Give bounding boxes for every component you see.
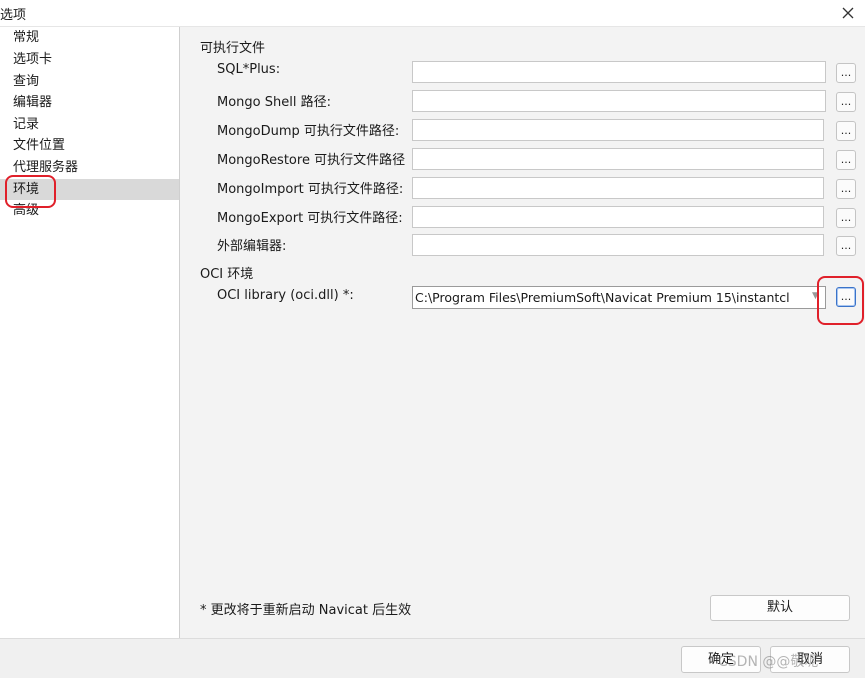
oci-library-combobox[interactable]: C:\Program Files\PremiumSoft\Navicat Pre… xyxy=(412,286,826,309)
external-editor-label: 外部编辑器: xyxy=(217,239,287,254)
close-icon xyxy=(842,7,854,19)
sidebar-item-label: 文件位置 xyxy=(13,138,66,154)
mongoimport-browse-button[interactable]: ... xyxy=(836,179,856,199)
mongorestore-path-input[interactable] xyxy=(412,148,824,170)
default-button[interactable]: 默认 xyxy=(710,595,850,621)
mongo-shell-path-input[interactable] xyxy=(412,90,826,112)
mongodump-label: MongoDump 可执行文件路径: xyxy=(217,124,400,139)
main-panel: 可执行文件 SQL*Plus: ... Mongo Shell 路径: ... … xyxy=(180,27,865,638)
external-editor-browse-button[interactable]: ... xyxy=(836,236,856,256)
sidebar-item-label: 编辑器 xyxy=(13,95,53,111)
sidebar-item-proxy[interactable]: 代理服务器 xyxy=(0,157,179,179)
restart-note: * 更改将于重新启动 Navicat 后生效 xyxy=(200,603,412,618)
sidebar-item-label: 代理服务器 xyxy=(13,159,79,175)
sqlplus-path-input[interactable] xyxy=(412,61,826,83)
mongo-shell-label: Mongo Shell 路径: xyxy=(217,95,331,110)
sidebar-item-editor[interactable]: 编辑器 xyxy=(0,92,179,114)
sidebar-item-advanced[interactable]: 高级 xyxy=(0,200,179,222)
sidebar-item-query[interactable]: 查询 xyxy=(0,71,179,93)
sidebar-item-general[interactable]: 常规 xyxy=(0,27,179,49)
sidebar-item-label: 高级 xyxy=(13,203,40,219)
cancel-button[interactable]: 取消 xyxy=(770,646,850,673)
close-button[interactable] xyxy=(831,0,865,26)
sidebar-item-environment[interactable]: 环境 xyxy=(0,178,179,201)
sidebar-item-records[interactable]: 记录 xyxy=(0,114,179,136)
window-title: 选项 xyxy=(0,8,27,23)
sidebar-item-file-location[interactable]: 文件位置 xyxy=(0,135,179,157)
sqlplus-browse-button[interactable]: ... xyxy=(836,63,856,83)
mongoimport-path-input[interactable] xyxy=(412,177,824,199)
ok-button[interactable]: 确定 xyxy=(681,646,761,673)
sidebar-item-tabs[interactable]: 选项卡 xyxy=(0,49,179,71)
mongodump-browse-button[interactable]: ... xyxy=(836,121,856,141)
sqlplus-label: SQL*Plus: xyxy=(217,62,281,77)
sidebar-item-label: 记录 xyxy=(13,116,40,132)
mongoexport-label: MongoExport 可执行文件路径: xyxy=(217,211,403,226)
sidebar-item-label: 常规 xyxy=(13,30,40,46)
oci-library-label: OCI library (oci.dll) *: xyxy=(217,288,354,303)
mongorestore-browse-button[interactable]: ... xyxy=(836,150,856,170)
oci-library-browse-button[interactable]: ... xyxy=(836,287,856,307)
mongoexport-browse-button[interactable]: ... xyxy=(836,208,856,228)
oci-section-title: OCI 环境 xyxy=(200,267,254,282)
mongorestore-label: MongoRestore 可执行文件路径 xyxy=(217,153,406,168)
mongodump-path-input[interactable] xyxy=(412,119,824,141)
chevron-down-icon[interactable]: ▼ xyxy=(812,291,819,301)
sidebar-item-label: 查询 xyxy=(13,73,40,89)
sidebar-item-label: 选项卡 xyxy=(13,51,53,67)
mongoimport-label: MongoImport 可执行文件路径: xyxy=(217,182,404,197)
mongo-shell-browse-button[interactable]: ... xyxy=(836,92,856,112)
title-bar: 选项 xyxy=(0,0,865,27)
executables-section-title: 可执行文件 xyxy=(200,41,266,56)
external-editor-path-input[interactable] xyxy=(412,234,824,256)
sidebar: 常规 选项卡 查询 编辑器 记录 文件位置 代理服务器 环境 高级 xyxy=(0,27,180,638)
sidebar-item-label: 环境 xyxy=(13,181,40,197)
mongoexport-path-input[interactable] xyxy=(412,206,824,228)
